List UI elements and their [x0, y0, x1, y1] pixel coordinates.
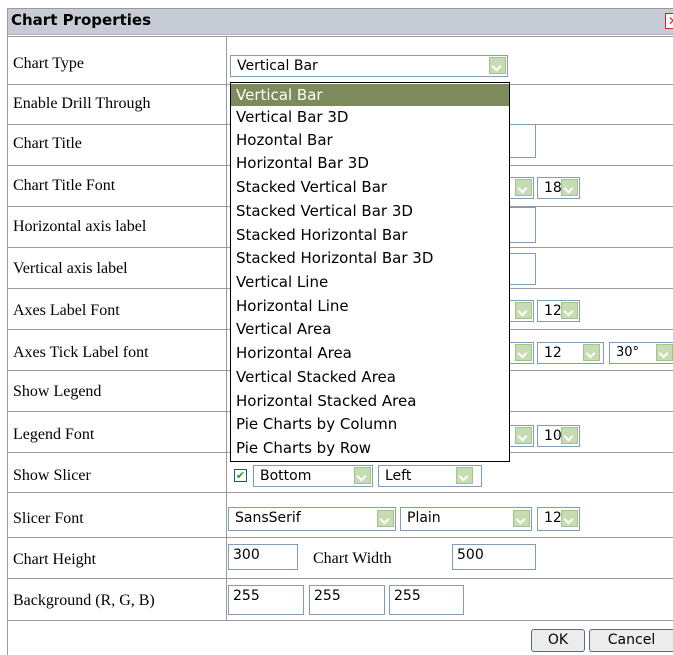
chart-type-option[interactable]: Stacked Vertical Bar 3D	[231, 200, 509, 222]
legend-font-size-value: 10	[544, 428, 562, 444]
chevron-down-icon[interactable]	[515, 179, 532, 196]
chart-type-option[interactable]: Horizontal Bar 3D	[231, 152, 509, 174]
chart-type-option[interactable]: Horizontal Line	[231, 295, 509, 317]
axes-label-font-size-select[interactable]: 12	[537, 300, 580, 322]
chevron-down-icon[interactable]	[354, 467, 371, 484]
axes-tick-font-size-select[interactable]: 12	[537, 342, 604, 364]
chart-type-option[interactable]: Horizontal Stacked Area	[231, 390, 509, 412]
dialog-title: Chart Properties	[11, 11, 152, 29]
vertical-axis-label-input[interactable]	[508, 253, 536, 285]
horizontal-axis-label-input[interactable]	[508, 207, 536, 243]
chart-height-input[interactable]: 300	[228, 544, 298, 570]
chart-type-option[interactable]: Vertical Stacked Area	[231, 366, 509, 388]
chart-type-option[interactable]: Vertical Bar	[231, 84, 509, 106]
slicer-position-value: Bottom	[260, 468, 312, 484]
chart-type-option[interactable]: Pie Charts by Column	[231, 413, 509, 435]
axes-tick-font-size-value: 12	[544, 345, 562, 361]
slicer-font-family-value: SansSerif	[235, 510, 301, 526]
chevron-down-icon[interactable]	[561, 510, 578, 527]
axes-label-font-size-value: 12	[544, 303, 562, 319]
axes-tick-rotation-value: 30°	[616, 345, 640, 360]
label-axes-tick-font: Axes Tick Label font	[13, 344, 149, 361]
chart-type-option[interactable]: Stacked Horizontal Bar 3D	[231, 247, 509, 269]
chevron-down-icon[interactable]	[561, 302, 578, 319]
chart-type-dropdown-list[interactable]: Vertical Bar Vertical Bar 3D Hozontal Ba…	[230, 82, 510, 462]
slicer-position-select[interactable]: Bottom	[253, 465, 373, 487]
label-chart-title: Chart Title	[13, 135, 82, 152]
chevron-down-icon[interactable]	[377, 510, 394, 527]
chart-type-option[interactable]: Pie Charts by Row	[231, 437, 509, 459]
chart-type-value: Vertical Bar	[237, 58, 318, 74]
slicer-alignment-select[interactable]: Left	[378, 465, 482, 487]
close-button[interactable]: ✕	[665, 13, 673, 29]
row-divider	[7, 492, 673, 493]
chevron-down-icon[interactable]	[561, 427, 578, 444]
row-divider	[7, 578, 673, 579]
chevron-down-icon[interactable]	[489, 57, 506, 74]
chart-type-option[interactable]: Vertical Area	[231, 318, 509, 340]
chart-type-select[interactable]: Vertical Bar	[230, 55, 508, 77]
background-r-input[interactable]: 255	[228, 585, 304, 615]
grid-border-top	[7, 8, 673, 9]
slicer-font-style-select[interactable]: Plain	[400, 507, 532, 531]
chart-title-font-size-value: 18	[544, 180, 562, 196]
label-chart-height: Chart Height	[13, 551, 97, 568]
chart-type-option[interactable]: Hozontal Bar	[231, 129, 509, 151]
chart-title-font-size-select[interactable]: 18	[537, 177, 580, 199]
slicer-font-style-value: Plain	[407, 510, 441, 526]
grid-border-left	[7, 8, 8, 655]
chevron-down-icon[interactable]	[515, 302, 532, 319]
chart-title-input[interactable]	[508, 124, 536, 158]
chevron-down-icon[interactable]	[561, 179, 578, 196]
slicer-font-size-select[interactable]: 12	[537, 507, 580, 531]
chart-title-font-style-select[interactable]	[508, 177, 534, 199]
chevron-down-icon[interactable]	[515, 344, 532, 361]
label-chart-type: Chart Type	[13, 55, 85, 72]
row-divider	[7, 36, 673, 37]
label-axes-label-font: Axes Label Font	[13, 302, 120, 319]
row-divider	[7, 620, 673, 621]
slicer-alignment-value: Left	[385, 468, 412, 484]
cancel-button[interactable]: Cancel	[589, 629, 673, 652]
chart-type-option[interactable]: Stacked Horizontal Bar	[231, 224, 509, 246]
chevron-down-icon[interactable]	[656, 344, 673, 361]
chart-properties-dialog: Chart Properties ✕ Chart Type Enable Dri…	[0, 0, 673, 655]
dialog-title-bar: Chart Properties ✕	[7, 8, 673, 35]
chart-type-option[interactable]: Vertical Bar 3D	[231, 106, 509, 128]
label-slicer-font: Slicer Font	[13, 510, 84, 527]
chart-width-label: Chart Width	[313, 550, 392, 567]
chevron-down-icon[interactable]	[583, 344, 600, 361]
axes-tick-font-style-select[interactable]	[508, 342, 534, 364]
background-g-input[interactable]: 255	[309, 585, 385, 615]
axes-label-font-style-select[interactable]	[508, 300, 534, 322]
chart-type-option[interactable]: Horizontal Area	[231, 342, 509, 364]
legend-font-style-select[interactable]	[508, 425, 534, 447]
show-slicer-checkbox[interactable]: ✔	[234, 469, 247, 482]
chevron-down-icon[interactable]	[456, 467, 473, 484]
row-divider	[7, 537, 673, 538]
ok-button[interactable]: OK	[531, 629, 585, 652]
chart-width-input[interactable]: 500	[452, 544, 536, 570]
label-legend-font: Legend Font	[13, 426, 95, 443]
chart-type-option[interactable]: Stacked Vertical Bar	[231, 176, 509, 198]
chevron-down-icon[interactable]	[513, 510, 530, 527]
chart-type-option[interactable]: Vertical Line	[231, 271, 509, 293]
label-vertical-axis: Vertical axis label	[13, 260, 128, 277]
label-show-slicer: Show Slicer	[13, 467, 91, 484]
legend-font-size-select[interactable]: 10	[537, 425, 580, 447]
label-horizontal-axis: Horizontal axis label	[13, 218, 147, 235]
axes-tick-rotation-select[interactable]: 30°	[609, 342, 673, 364]
label-enable-drill-through: Enable Drill Through	[13, 95, 151, 112]
chevron-down-icon[interactable]	[515, 427, 532, 444]
background-b-input[interactable]: 255	[389, 585, 464, 615]
label-show-legend: Show Legend	[13, 383, 102, 400]
slicer-font-size-value: 12	[544, 510, 562, 526]
close-icon[interactable]: ✕	[665, 13, 673, 29]
slicer-font-family-select[interactable]: SansSerif	[228, 507, 396, 531]
label-background-rgb: Background (R, G, B)	[13, 592, 155, 609]
label-chart-title-font: Chart Title Font	[13, 177, 116, 194]
